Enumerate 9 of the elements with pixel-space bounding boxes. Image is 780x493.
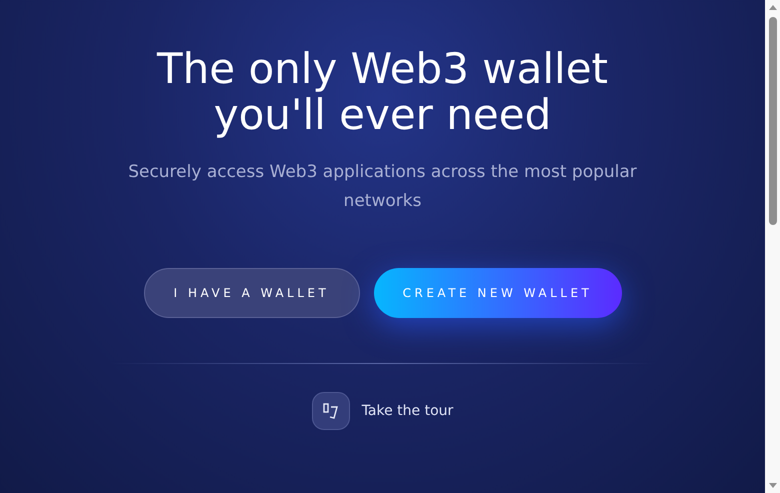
tour-button[interactable] xyxy=(312,392,350,430)
tour-link[interactable]: Take the tour xyxy=(362,400,454,422)
create-wallet-button[interactable]: CREATE NEW WALLET xyxy=(374,268,622,318)
existing-wallet-button[interactable]: I HAVE A WALLET xyxy=(144,268,360,318)
scrollbar[interactable] xyxy=(765,0,780,493)
tour-icon xyxy=(322,402,340,420)
headline: you'll ever need xyxy=(214,92,552,138)
subtitle: Securely access Web3 applications across the most popular networks xyxy=(127,161,638,213)
headline: The only Web3 wallet xyxy=(156,46,608,92)
